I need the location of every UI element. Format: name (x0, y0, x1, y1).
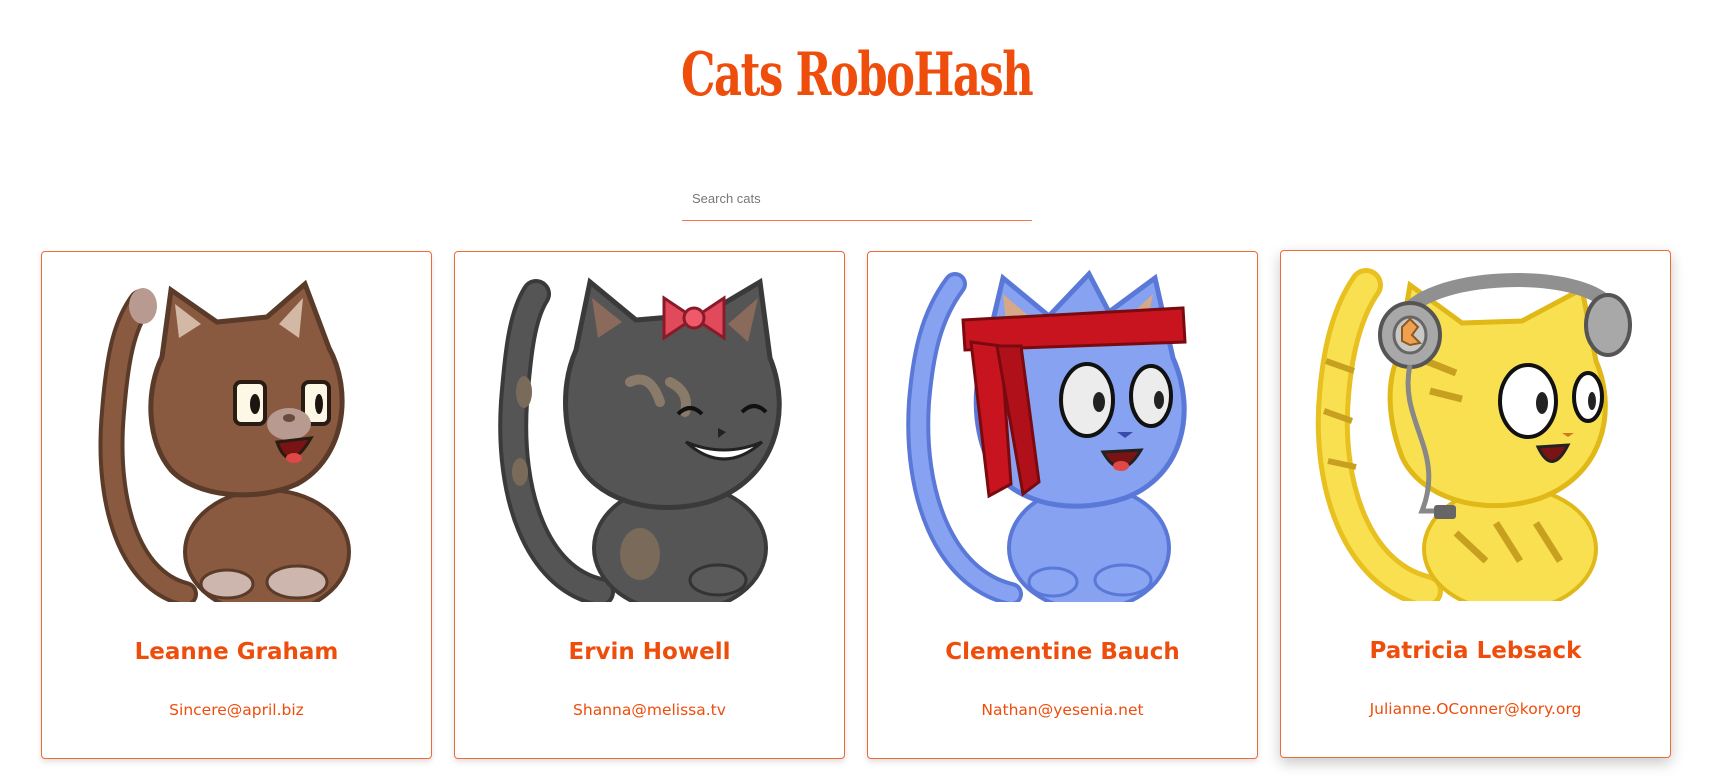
cat-card[interactable]: Leanne Graham Sincere@april.biz (41, 251, 432, 759)
cat-email: Sincere@april.biz (169, 701, 304, 719)
gray-cat-with-bow-avatar (498, 277, 782, 602)
cat-email: Julianne.OConner@kory.org (1369, 700, 1582, 718)
cat-name: Clementine Bauch (945, 639, 1180, 665)
cat-email: Nathan@yesenia.net (981, 701, 1144, 719)
cat-name: Patricia Lebsack (1369, 638, 1582, 664)
cat-card[interactable]: Patricia Lebsack Julianne.OConner@kory.o… (1280, 250, 1671, 758)
blue-cat-with-headband-avatar (906, 269, 1187, 602)
cat-card[interactable]: Clementine Bauch Nathan@yesenia.net (867, 251, 1258, 759)
yellow-cat-with-headphones-avatar (1315, 268, 1632, 601)
cat-card[interactable]: Ervin Howell Shanna@melissa.tv (454, 251, 845, 759)
cat-name: Ervin Howell (568, 639, 731, 665)
app: Cats RoboHash Leanne Graham Sincere@apri… (0, 0, 1713, 777)
brown-cat-avatar (98, 279, 351, 602)
cat-name: Leanne Graham (134, 639, 339, 665)
page-title: Cats RoboHash (681, 40, 1034, 110)
search-input[interactable] (682, 176, 1032, 220)
search-box (682, 176, 1032, 221)
cat-email: Shanna@melissa.tv (573, 701, 726, 719)
